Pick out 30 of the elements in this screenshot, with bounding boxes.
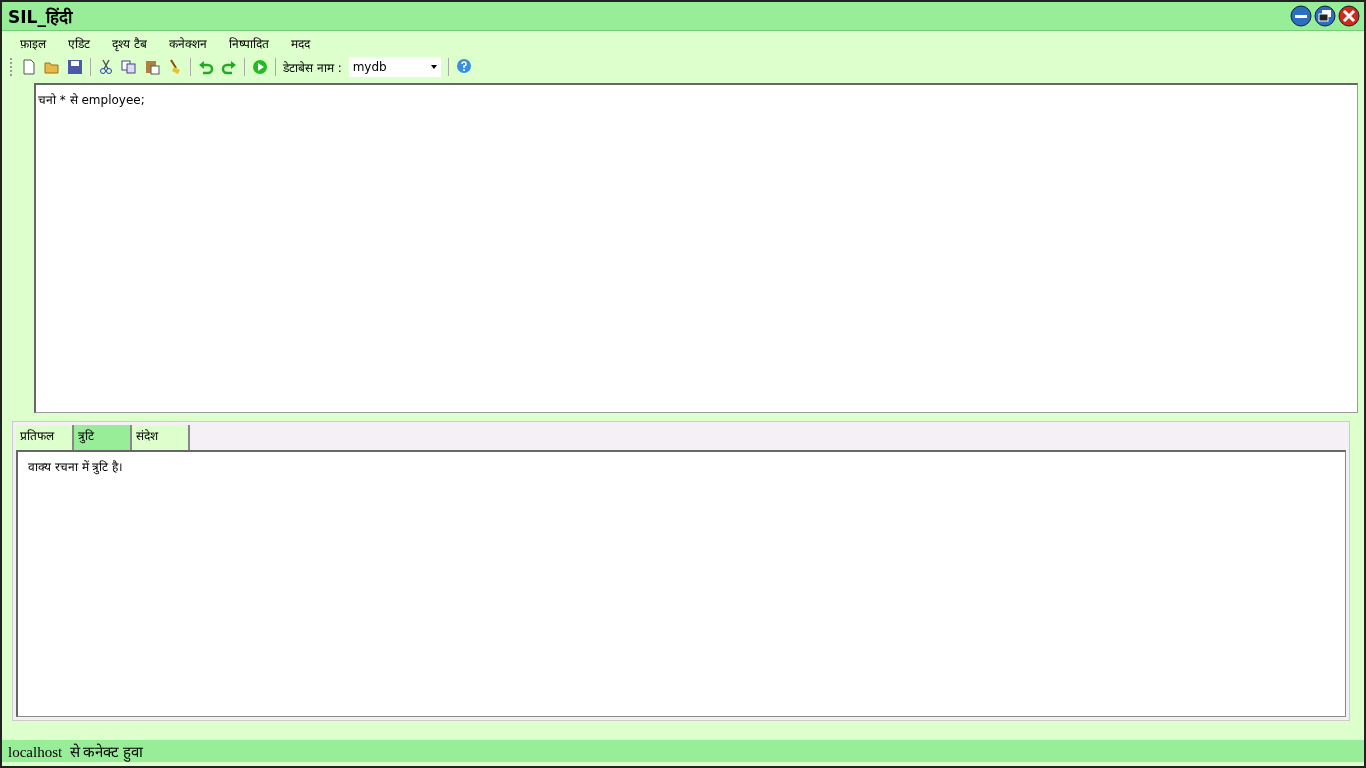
menu-item[interactable]: मदद: [290, 35, 310, 53]
database-label: डेटाबेस नाम :: [283, 59, 342, 76]
query-editor[interactable]: चनो * से employee;: [34, 83, 1358, 413]
folder-icon[interactable]: [44, 59, 60, 75]
window-title: SIL_हिंदी: [8, 5, 72, 28]
help-icon[interactable]: [455, 59, 472, 75]
menu-item[interactable]: निष्पादित: [228, 35, 269, 53]
redo-icon[interactable]: [221, 59, 237, 75]
tab[interactable]: संदेश: [132, 425, 190, 450]
new-file-icon[interactable]: [21, 59, 37, 75]
menu-item[interactable]: एडिट: [68, 35, 90, 53]
menu-item[interactable]: दृश्य टैब: [112, 35, 147, 53]
caret-icon[interactable]: [430, 65, 437, 69]
save-icon[interactable]: [67, 59, 83, 75]
broom-icon[interactable]: [167, 59, 183, 75]
tab[interactable]: प्रतिफल: [16, 425, 74, 450]
scissors-icon[interactable]: [98, 59, 114, 75]
restore-button[interactable]: [1314, 5, 1336, 27]
play-icon[interactable]: [252, 59, 268, 75]
close-button[interactable]: [1338, 5, 1360, 27]
menu-item[interactable]: फ़ाइल: [20, 35, 46, 53]
minimize-button[interactable]: [1290, 5, 1312, 27]
tab[interactable]: त्रुटि: [74, 425, 132, 450]
copy-icon[interactable]: [121, 59, 137, 75]
menu-item[interactable]: कनेक्शन: [168, 35, 207, 53]
database-dropdown[interactable]: mydb: [348, 57, 441, 77]
paste-icon[interactable]: [144, 59, 160, 75]
status-text: localhost से कनेक्ट हुवा: [8, 742, 144, 761]
undo-icon[interactable]: [198, 59, 214, 75]
error-message: वाक्य रचना में त्रुटि है।: [28, 460, 124, 474]
